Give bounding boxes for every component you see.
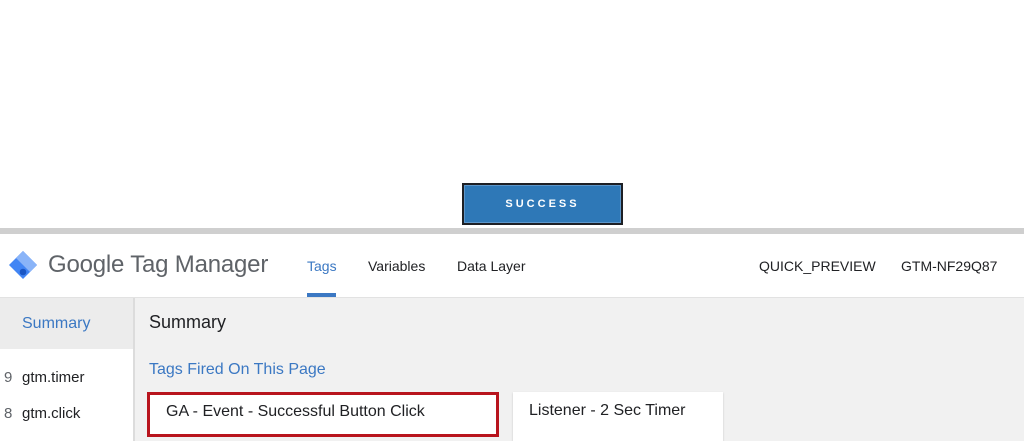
event-number: 9 [4,369,13,386]
sidebar-event-gtm-click[interactable]: 8 gtm.click [0,397,133,433]
quick-preview-label: QUICK_PREVIEW [759,258,876,274]
tab-data-layer[interactable]: Data Layer [457,258,525,274]
container-id: GTM-NF29Q87 [901,258,998,274]
event-number: 8 [4,405,13,422]
tag-card-listener-timer[interactable]: Listener - 2 Sec Timer [513,392,723,441]
success-button[interactable]: SUCCESS [462,183,623,225]
brand-title: Google Tag Manager [48,251,269,278]
gtm-header: Google Tag Manager Tags Variables Data L… [0,234,1024,298]
sidebar-item-summary[interactable]: Summary [0,298,133,349]
sidebar-event-gtm-timer[interactable]: 9 gtm.timer [0,361,133,397]
main-content: Summary Tags Fired On This Page GA - Eve… [135,298,1024,441]
tag-card-label: Listener - 2 Sec Timer [529,402,686,419]
website-page-area: SUCCESS [0,0,1024,228]
gtm-preview-pane: Google Tag Manager Tags Variables Data L… [0,234,1024,441]
tag-card-label: GA - Event - Successful Button Click [166,403,425,420]
page-title: Summary [149,312,227,332]
tab-tags[interactable]: Tags [307,258,337,274]
section-title-tags-fired: Tags Fired On This Page [149,361,326,378]
event-label: gtm.click [22,405,81,422]
event-sidebar: Summary 9 gtm.timer 8 gtm.click [0,298,135,441]
active-tab-indicator [307,293,336,297]
gtm-logo-icon [9,251,37,279]
tab-variables[interactable]: Variables [368,258,425,274]
tag-card-ga-event[interactable]: GA - Event - Successful Button Click [147,392,499,437]
event-label: gtm.timer [22,369,85,386]
